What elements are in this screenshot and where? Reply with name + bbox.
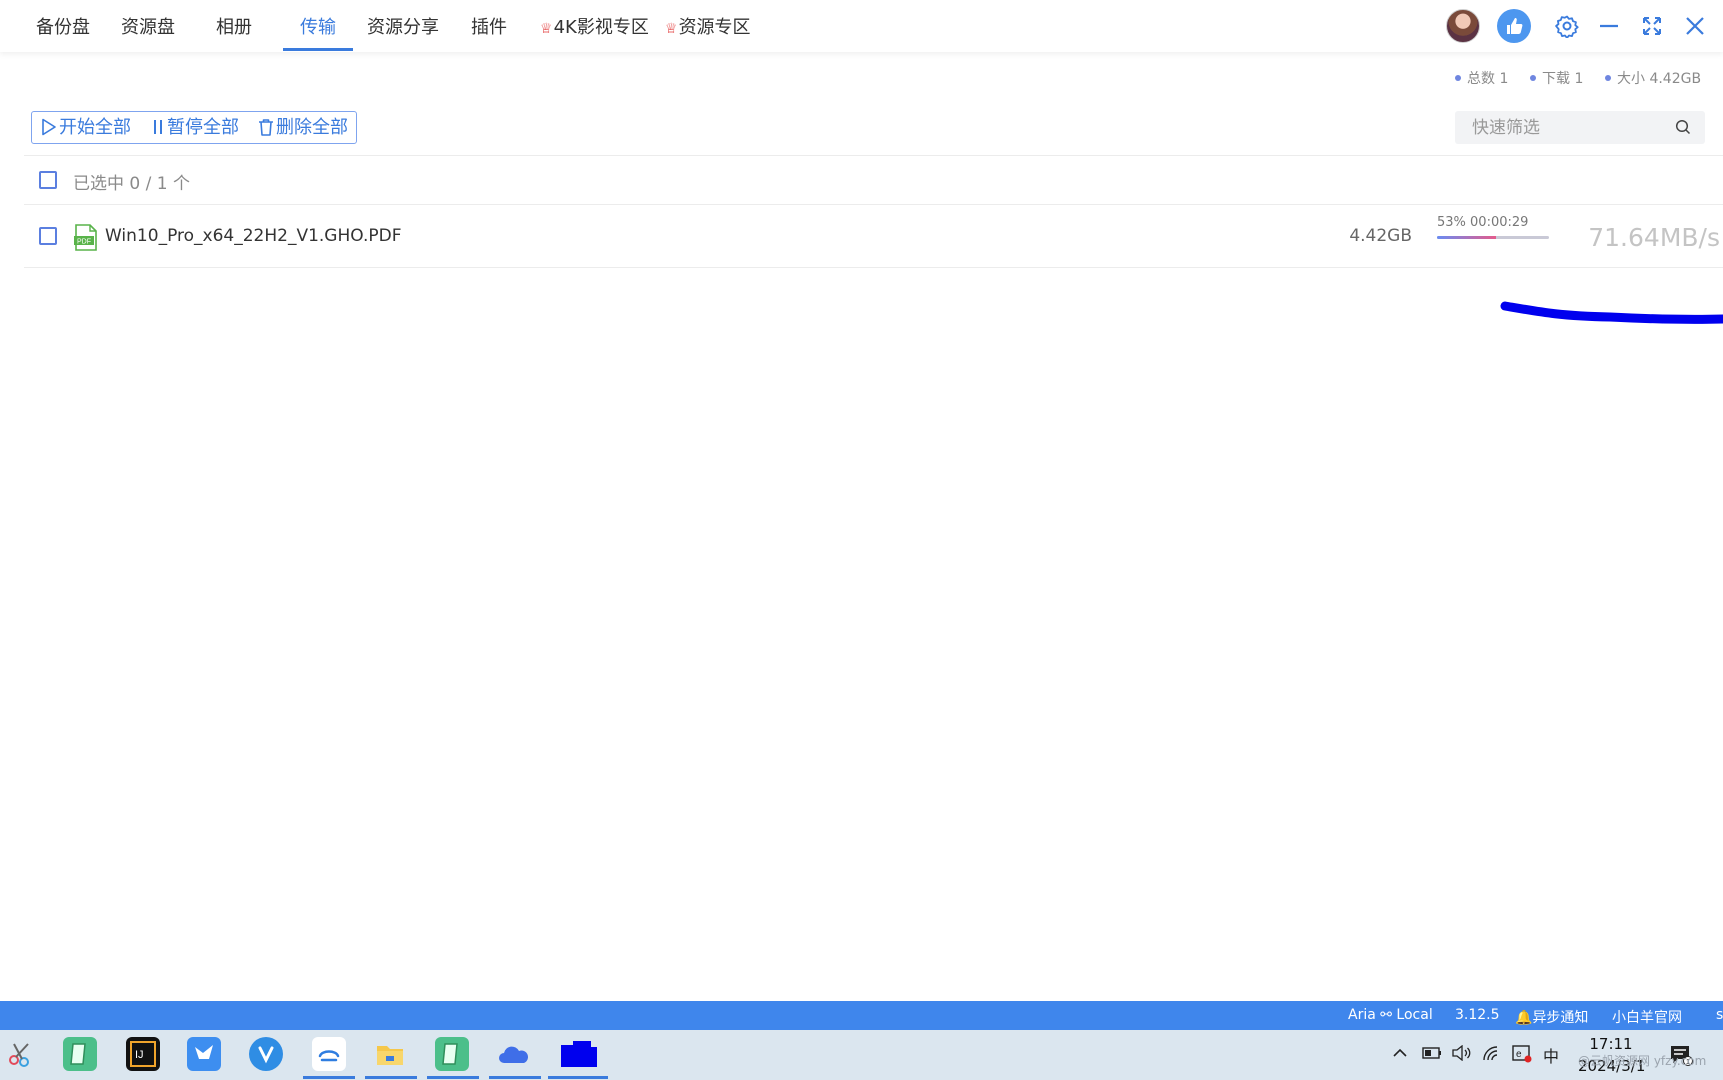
selection-count: 已选中 0 / 1 个: [73, 174, 190, 194]
nav-active-underline: [283, 48, 353, 51]
bullet-icon: [1530, 75, 1536, 81]
async-notify-label: 异步通知: [1532, 1010, 1589, 1026]
tray-wifi-icon[interactable]: [1482, 1045, 1502, 1065]
pdf-badge-text: PDF: [77, 238, 91, 245]
pause-icon: [154, 120, 162, 134]
taskbar-app-notepad-icon[interactable]: [63, 1037, 97, 1071]
taskbar-running-indicator: [365, 1076, 417, 1079]
close-icon: [1686, 17, 1704, 35]
divider: [24, 267, 1723, 268]
svg-text:IJ: IJ: [135, 1049, 144, 1061]
async-notify[interactable]: 🔔异步通知: [1515, 1007, 1588, 1027]
transfer-toolbar: 开始全部 暂停全部 删除全部: [31, 111, 357, 144]
taskbar-app-scissors-icon[interactable]: [3, 1037, 37, 1071]
progress-bar-fill: [1437, 236, 1497, 239]
taskbar-running-indicator: [489, 1076, 541, 1079]
download-speed: 71.64MB/s: [1588, 223, 1720, 252]
progress-text: 53% 00:00:29: [1437, 215, 1529, 230]
watermark-text: @云帆资源网 yfzy.com: [1578, 1054, 1707, 1068]
taskbar-app-v-icon[interactable]: [249, 1037, 283, 1071]
quick-filter-input[interactable]: [1455, 111, 1670, 144]
nav-backup-disk[interactable]: 备份盘: [36, 0, 90, 52]
gear-icon: [1555, 15, 1579, 38]
pause-all-label: 暂停全部: [167, 117, 239, 138]
delete-all-button[interactable]: 删除全部: [258, 112, 348, 143]
stat-size-text: 大小 4.42GB: [1617, 71, 1702, 87]
nav-resource-zone[interactable]: ♕资源专区: [665, 0, 751, 52]
tray-chevron-up-icon[interactable]: [1392, 1045, 1408, 1065]
crown-icon: ♕: [540, 21, 553, 37]
stat-download: 下载 1: [1530, 68, 1583, 88]
progress-bar: [1437, 236, 1549, 239]
taskbar-running-indicator: [303, 1076, 355, 1079]
file-size: 4.42GB: [1349, 226, 1412, 246]
engine-status[interactable]: Aria ⚯ Local: [1348, 1007, 1433, 1023]
nav-resource-zone-label: 资源专区: [678, 17, 751, 38]
status-extra: s: [1716, 1007, 1723, 1023]
close-button[interactable]: [1681, 12, 1709, 40]
pdf-file-icon: PDF: [74, 224, 97, 251]
thumbs-up-icon: [1507, 18, 1523, 34]
taskbar-app-notepad2-icon[interactable]: [435, 1037, 469, 1071]
user-avatar[interactable]: [1446, 9, 1480, 43]
start-all-label: 开始全部: [59, 117, 131, 138]
taskbar-app-folder-icon[interactable]: [373, 1037, 407, 1071]
pause-all-button[interactable]: 暂停全部: [151, 112, 239, 143]
top-nav: 备份盘 资源盘 相册 传输 资源分享 插件 ♕4K影视专区 ♕资源专区: [0, 0, 1723, 52]
start-all-button[interactable]: 开始全部: [41, 112, 131, 143]
row-checkbox[interactable]: [39, 227, 57, 245]
nav-resource-disk[interactable]: 资源盘: [121, 0, 175, 52]
tray-volume-icon[interactable]: [1452, 1044, 1472, 1065]
settings-button[interactable]: [1553, 12, 1581, 40]
fullscreen-icon: [1643, 17, 1661, 35]
taskbar-app-cloud-drive-icon[interactable]: [312, 1037, 346, 1071]
delete-all-label: 删除全部: [276, 117, 348, 138]
tray-battery-icon[interactable]: [1422, 1045, 1442, 1065]
stat-total: 总数 1: [1455, 68, 1508, 88]
nav-transfer[interactable]: 传输: [300, 0, 336, 52]
file-name: Win10_Pro_x64_22H2_V1.GHO.PDF: [105, 226, 402, 246]
nav-4k-zone-label: 4K影视专区: [553, 17, 649, 38]
app-window: 备份盘 资源盘 相册 传输 资源分享 插件 ♕4K影视专区 ♕资源专区 总数 1…: [0, 0, 1723, 1080]
taskbar-running-indicator: [427, 1076, 479, 1079]
bell-icon: 🔔: [1515, 1010, 1533, 1026]
divider: [24, 155, 1723, 156]
bullet-icon: [1455, 75, 1461, 81]
minimize-icon: [1600, 24, 1618, 28]
trash-icon: [259, 119, 273, 136]
taskbar: IJ e 中 1: [0, 1030, 1723, 1080]
stat-download-text: 下载 1: [1542, 71, 1584, 87]
taskbar-running-indicator: [548, 1076, 608, 1079]
nav-4k-zone[interactable]: ♕4K影视专区: [540, 0, 649, 52]
taskbar-app-onedrive-icon[interactable]: [497, 1037, 531, 1071]
taskbar-app-ide-icon[interactable]: IJ: [126, 1037, 160, 1071]
taskbar-app-redacted-icon[interactable]: [559, 1037, 603, 1071]
svg-text:e: e: [1516, 1049, 1522, 1060]
fullscreen-button[interactable]: [1638, 12, 1666, 40]
taskbar-app-bird-icon[interactable]: [187, 1037, 221, 1071]
stat-total-text: 总数 1: [1467, 71, 1509, 87]
tray-input-language[interactable]: 中: [1543, 1043, 1559, 1067]
tray-security-icon[interactable]: e: [1512, 1045, 1532, 1067]
app-version[interactable]: 3.12.5: [1455, 1007, 1500, 1023]
bullet-icon: [1605, 75, 1611, 81]
status-bar: Aria ⚯ Local 3.12.5 🔔异步通知 小白羊官网 s: [0, 1001, 1723, 1030]
search-icon[interactable]: [1675, 119, 1691, 135]
play-icon: [42, 118, 56, 136]
divider: [24, 204, 1723, 205]
like-button[interactable]: [1497, 9, 1531, 43]
nav-resource-share[interactable]: 资源分享: [367, 0, 439, 52]
stat-size: 大小 4.42GB: [1605, 68, 1701, 88]
minimize-button[interactable]: [1595, 12, 1623, 40]
select-all-checkbox[interactable]: [39, 171, 57, 189]
nav-plugins[interactable]: 插件: [471, 0, 507, 52]
nav-album[interactable]: 相册: [216, 0, 252, 52]
quick-filter: [1455, 111, 1705, 144]
official-site-link[interactable]: 小白羊官网: [1612, 1007, 1682, 1027]
crown-icon: ♕: [665, 21, 678, 37]
annotation-scribble: [1500, 301, 1723, 324]
